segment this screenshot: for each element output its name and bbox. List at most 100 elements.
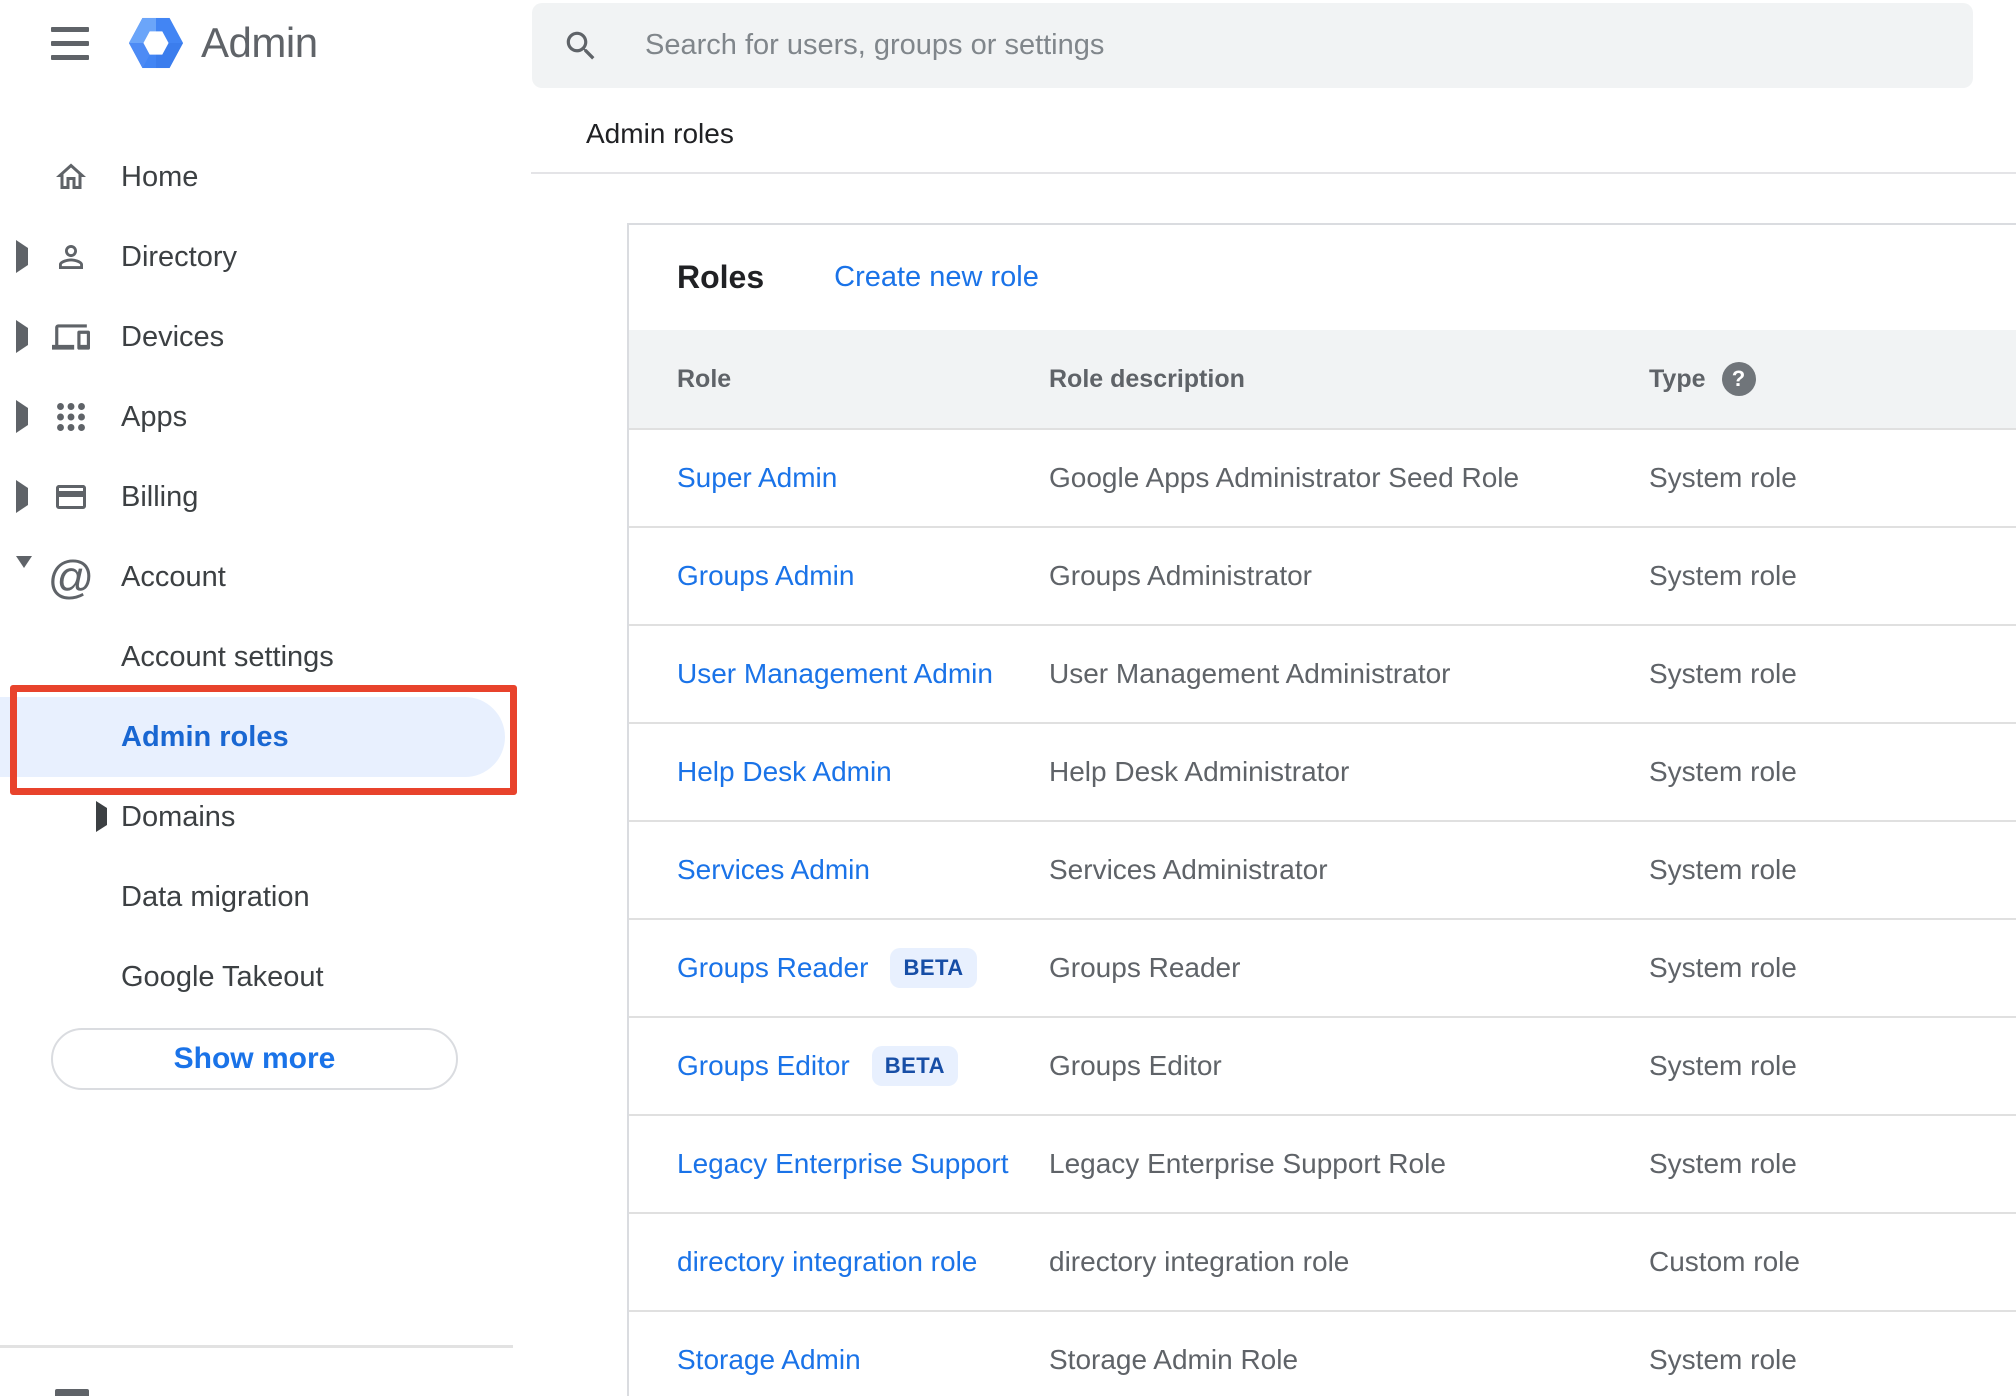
role-type: System role bbox=[1649, 560, 1797, 591]
table-row: User Management Admin User Management Ad… bbox=[629, 626, 2016, 724]
apps-icon bbox=[52, 397, 90, 437]
role-link[interactable]: directory integration role bbox=[677, 1246, 977, 1278]
sidebar-nav: Home Directory Devices Apps Billing @ Ac… bbox=[0, 137, 531, 1017]
expand-arrow-icon[interactable] bbox=[16, 320, 28, 353]
sidebar-item-domains[interactable]: Domains bbox=[0, 777, 531, 857]
role-link[interactable]: Legacy Enterprise Support bbox=[677, 1148, 1009, 1180]
beta-badge: BETA bbox=[890, 948, 977, 988]
role-type: System role bbox=[1649, 952, 1797, 983]
role-type: System role bbox=[1649, 462, 1797, 493]
table-row: Groups Reader BETA Groups Reader System … bbox=[629, 920, 2016, 1018]
sidebar-item-label: Directory bbox=[121, 240, 238, 273]
role-description: Services Administrator bbox=[1049, 854, 1328, 885]
sidebar-item-admin-roles[interactable]: Admin roles bbox=[0, 697, 531, 777]
sidebar: Admin Home Directory Devices Apps Billin… bbox=[0, 0, 531, 1396]
menu-icon[interactable] bbox=[51, 27, 89, 69]
sidebar-item-account-settings[interactable]: Account settings bbox=[0, 617, 531, 697]
table-row: Services Admin Services Administrator Sy… bbox=[629, 822, 2016, 920]
sidebar-item-label: Domains bbox=[121, 800, 236, 833]
role-link[interactable]: Groups Editor bbox=[677, 1050, 850, 1082]
beta-badge: BETA bbox=[871, 1046, 959, 1086]
devices-icon bbox=[52, 317, 90, 357]
search-placeholder: Search for users, groups or settings bbox=[645, 29, 1105, 61]
role-type: System role bbox=[1649, 854, 1797, 885]
sidebar-item-data-migration[interactable]: Data migration bbox=[0, 857, 531, 937]
main-content: Search for users, groups or settings Adm… bbox=[531, 0, 2016, 1396]
table-row: Groups Admin Groups Administrator System… bbox=[629, 528, 2016, 626]
directory-icon bbox=[52, 237, 90, 277]
sidebar-item-label: Billing bbox=[121, 480, 199, 513]
role-type: Custom role bbox=[1649, 1246, 1800, 1277]
sidebar-item-label: Account settings bbox=[121, 640, 334, 673]
admin-hexagon-icon bbox=[128, 17, 184, 69]
expand-arrow-icon[interactable] bbox=[16, 400, 28, 433]
sidebar-item-account[interactable]: @ Account bbox=[0, 537, 531, 617]
role-link[interactable]: Super Admin bbox=[677, 462, 837, 494]
roles-title: Roles bbox=[677, 259, 765, 295]
role-description: Storage Admin Role bbox=[1049, 1344, 1299, 1375]
sidebar-item-label: Devices bbox=[121, 320, 225, 353]
breadcrumb: Admin roles bbox=[586, 118, 734, 149]
role-type: System role bbox=[1649, 1344, 1797, 1375]
role-description: Legacy Enterprise Support Role bbox=[1049, 1148, 1446, 1179]
role-type: System role bbox=[1649, 658, 1797, 689]
table-row: Storage Admin Storage Admin Role System … bbox=[629, 1312, 2016, 1396]
search-input[interactable]: Search for users, groups or settings bbox=[532, 3, 1973, 88]
account-icon: @ bbox=[47, 551, 95, 603]
search-icon bbox=[566, 31, 595, 59]
role-link[interactable]: Services Admin bbox=[677, 854, 870, 886]
app-title: Admin bbox=[201, 19, 318, 66]
role-link[interactable]: Help Desk Admin bbox=[677, 756, 892, 788]
sidebar-item-apps[interactable]: Apps bbox=[0, 377, 531, 457]
sidebar-item-label: Data migration bbox=[121, 880, 310, 913]
roles-table-header: Role Role description Type ? bbox=[629, 330, 2016, 430]
sidebar-item-home[interactable]: Home bbox=[0, 137, 531, 217]
roles-card-header: Roles Create new role bbox=[629, 225, 2016, 330]
column-header-role: Role bbox=[677, 364, 732, 393]
roles-table-body: Super Admin Google Apps Administrator Se… bbox=[629, 430, 2016, 1396]
expand-arrow-icon[interactable] bbox=[16, 480, 28, 513]
table-row: Help Desk Admin Help Desk Administrator … bbox=[629, 724, 2016, 822]
role-description: Groups Editor bbox=[1049, 1050, 1222, 1081]
admin-logo[interactable]: Admin bbox=[127, 10, 318, 76]
role-type: System role bbox=[1649, 756, 1797, 787]
sidebar-divider bbox=[0, 1345, 513, 1348]
role-type: System role bbox=[1649, 1050, 1797, 1081]
role-description: Google Apps Administrator Seed Role bbox=[1049, 462, 1520, 493]
roles-card: Roles Create new role Role Role descript… bbox=[627, 223, 2016, 1396]
table-row: Groups Editor BETA Groups Editor System … bbox=[629, 1018, 2016, 1116]
help-icon[interactable]: ? bbox=[1721, 362, 1756, 396]
role-description: Groups Administrator bbox=[1049, 560, 1312, 591]
sidebar-item-label: Google Takeout bbox=[121, 960, 324, 993]
expand-arrow-icon[interactable] bbox=[16, 240, 28, 273]
table-row: directory integration role directory int… bbox=[629, 1214, 2016, 1312]
cutoff-menu-icon bbox=[55, 1389, 89, 1396]
role-description: User Management Administrator bbox=[1049, 658, 1451, 689]
role-description: directory integration role bbox=[1049, 1246, 1350, 1277]
sidebar-item-billing[interactable]: Billing bbox=[0, 457, 531, 537]
sidebar-item-label: Account bbox=[121, 560, 226, 593]
sidebar-item-google-takeout[interactable]: Google Takeout bbox=[0, 937, 531, 1017]
role-link[interactable]: Storage Admin bbox=[677, 1344, 861, 1376]
role-description: Groups Reader bbox=[1049, 952, 1241, 983]
role-description: Help Desk Administrator bbox=[1049, 756, 1350, 787]
role-link[interactable]: User Management Admin bbox=[677, 658, 993, 690]
sidebar-item-label: Admin roles bbox=[121, 720, 289, 753]
show-more-button[interactable]: Show more bbox=[51, 1028, 458, 1090]
column-header-description: Role description bbox=[1049, 364, 1245, 393]
column-header-type: Type ? bbox=[1649, 362, 2016, 396]
sidebar-item-label: Apps bbox=[121, 400, 188, 433]
role-type: System role bbox=[1649, 1148, 1797, 1179]
role-link[interactable]: Groups Reader bbox=[677, 952, 868, 984]
header-divider bbox=[531, 172, 2016, 174]
role-link[interactable]: Groups Admin bbox=[677, 560, 854, 592]
create-new-role-link[interactable]: Create new role bbox=[834, 261, 1039, 294]
sidebar-item-directory[interactable]: Directory bbox=[0, 217, 531, 297]
billing-icon bbox=[52, 477, 90, 517]
sidebar-item-label: Home bbox=[121, 160, 199, 193]
collapse-arrow-icon[interactable] bbox=[16, 556, 32, 586]
home-icon bbox=[52, 157, 90, 197]
table-row: Super Admin Google Apps Administrator Se… bbox=[629, 430, 2016, 528]
sidebar-item-devices[interactable]: Devices bbox=[0, 297, 531, 377]
table-row: Legacy Enterprise Support Legacy Enterpr… bbox=[629, 1116, 2016, 1214]
